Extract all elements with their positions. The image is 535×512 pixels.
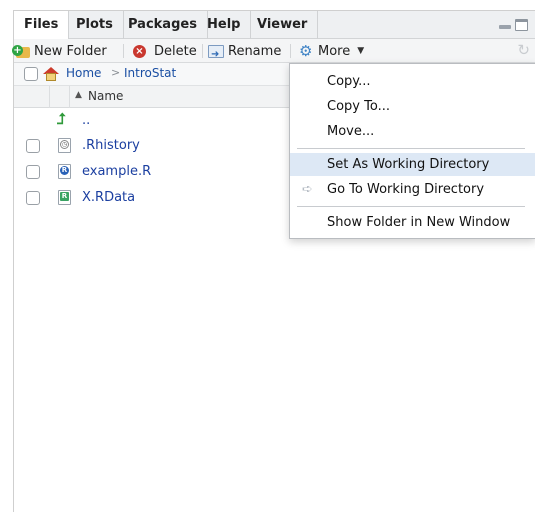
window-controls	[498, 19, 528, 31]
more-label: More	[318, 43, 351, 59]
menu-item-copy[interactable]: Copy...	[290, 70, 535, 93]
delete-button[interactable]: × Delete	[133, 39, 197, 63]
refresh-icon[interactable]: ↻	[517, 43, 530, 58]
r-script-icon: R	[58, 164, 71, 179]
chevron-down-icon: ▼	[357, 45, 365, 56]
rename-icon	[208, 43, 224, 66]
more-button[interactable]: ⚙ More ▼	[299, 39, 364, 63]
rename-label: Rename	[228, 43, 282, 59]
rdata-file-icon: R	[58, 190, 71, 205]
minimize-icon[interactable]	[498, 19, 512, 29]
maximize-icon[interactable]	[515, 19, 528, 31]
delete-icon: ×	[133, 44, 146, 58]
file-checkbox[interactable]	[26, 191, 40, 205]
menu-separator	[297, 148, 525, 149]
tab-viewer[interactable]: Viewer	[247, 11, 319, 39]
menu-item-move[interactable]: Move...	[290, 120, 535, 143]
breadcrumb-folder[interactable]: IntroStat	[124, 66, 176, 80]
new-folder-label: New Folder	[34, 43, 107, 59]
file-checkbox[interactable]	[26, 139, 40, 153]
rename-button[interactable]: Rename	[208, 39, 282, 66]
breadcrumb-separator: >	[111, 66, 121, 79]
file-name[interactable]: ..	[82, 113, 90, 128]
column-name-header[interactable]: Name	[88, 89, 123, 103]
file-name[interactable]: example.R	[82, 164, 151, 179]
tab-packages[interactable]: Packages	[118, 11, 208, 39]
files-toolbar: + New Folder × Delete Rename ⚙ More ▼ ↻	[12, 39, 535, 66]
home-icon[interactable]	[43, 67, 59, 81]
tab-help[interactable]: Help	[197, 11, 252, 39]
parent-folder-icon: ⮥	[57, 110, 66, 128]
tab-plots[interactable]: Plots	[66, 11, 124, 39]
more-dropdown-menu: Copy... Copy To... Move... Set As Workin…	[289, 63, 535, 239]
menu-item-show-folder-new-window[interactable]: Show Folder in New Window	[290, 211, 535, 234]
tab-files[interactable]: Files	[14, 11, 70, 40]
file-checkbox[interactable]	[26, 165, 40, 179]
sort-ascending-icon: ▲	[75, 90, 82, 100]
new-folder-button[interactable]: + New Folder	[12, 39, 107, 63]
arrow-right-icon: ➪	[302, 182, 313, 197]
menu-item-copy-to[interactable]: Copy To...	[290, 95, 535, 118]
menu-item-label: Go To Working Directory	[327, 182, 485, 197]
new-folder-icon: +	[12, 44, 30, 58]
history-file-icon: ◷	[58, 138, 71, 153]
menu-separator	[297, 206, 525, 207]
menu-item-go-to-working-directory[interactable]: ➪ Go To Working Directory	[290, 178, 535, 201]
delete-label: Delete	[154, 43, 197, 59]
tab-bar: Files Plots Packages Help Viewer	[14, 11, 535, 40]
menu-item-set-working-directory[interactable]: Set As Working Directory	[290, 153, 535, 176]
gear-icon: ⚙	[299, 41, 313, 60]
file-name[interactable]: X.RData	[82, 190, 135, 205]
select-all-checkbox[interactable]	[24, 67, 38, 81]
file-name[interactable]: .Rhistory	[82, 138, 140, 153]
breadcrumb-home[interactable]: Home	[66, 66, 101, 80]
